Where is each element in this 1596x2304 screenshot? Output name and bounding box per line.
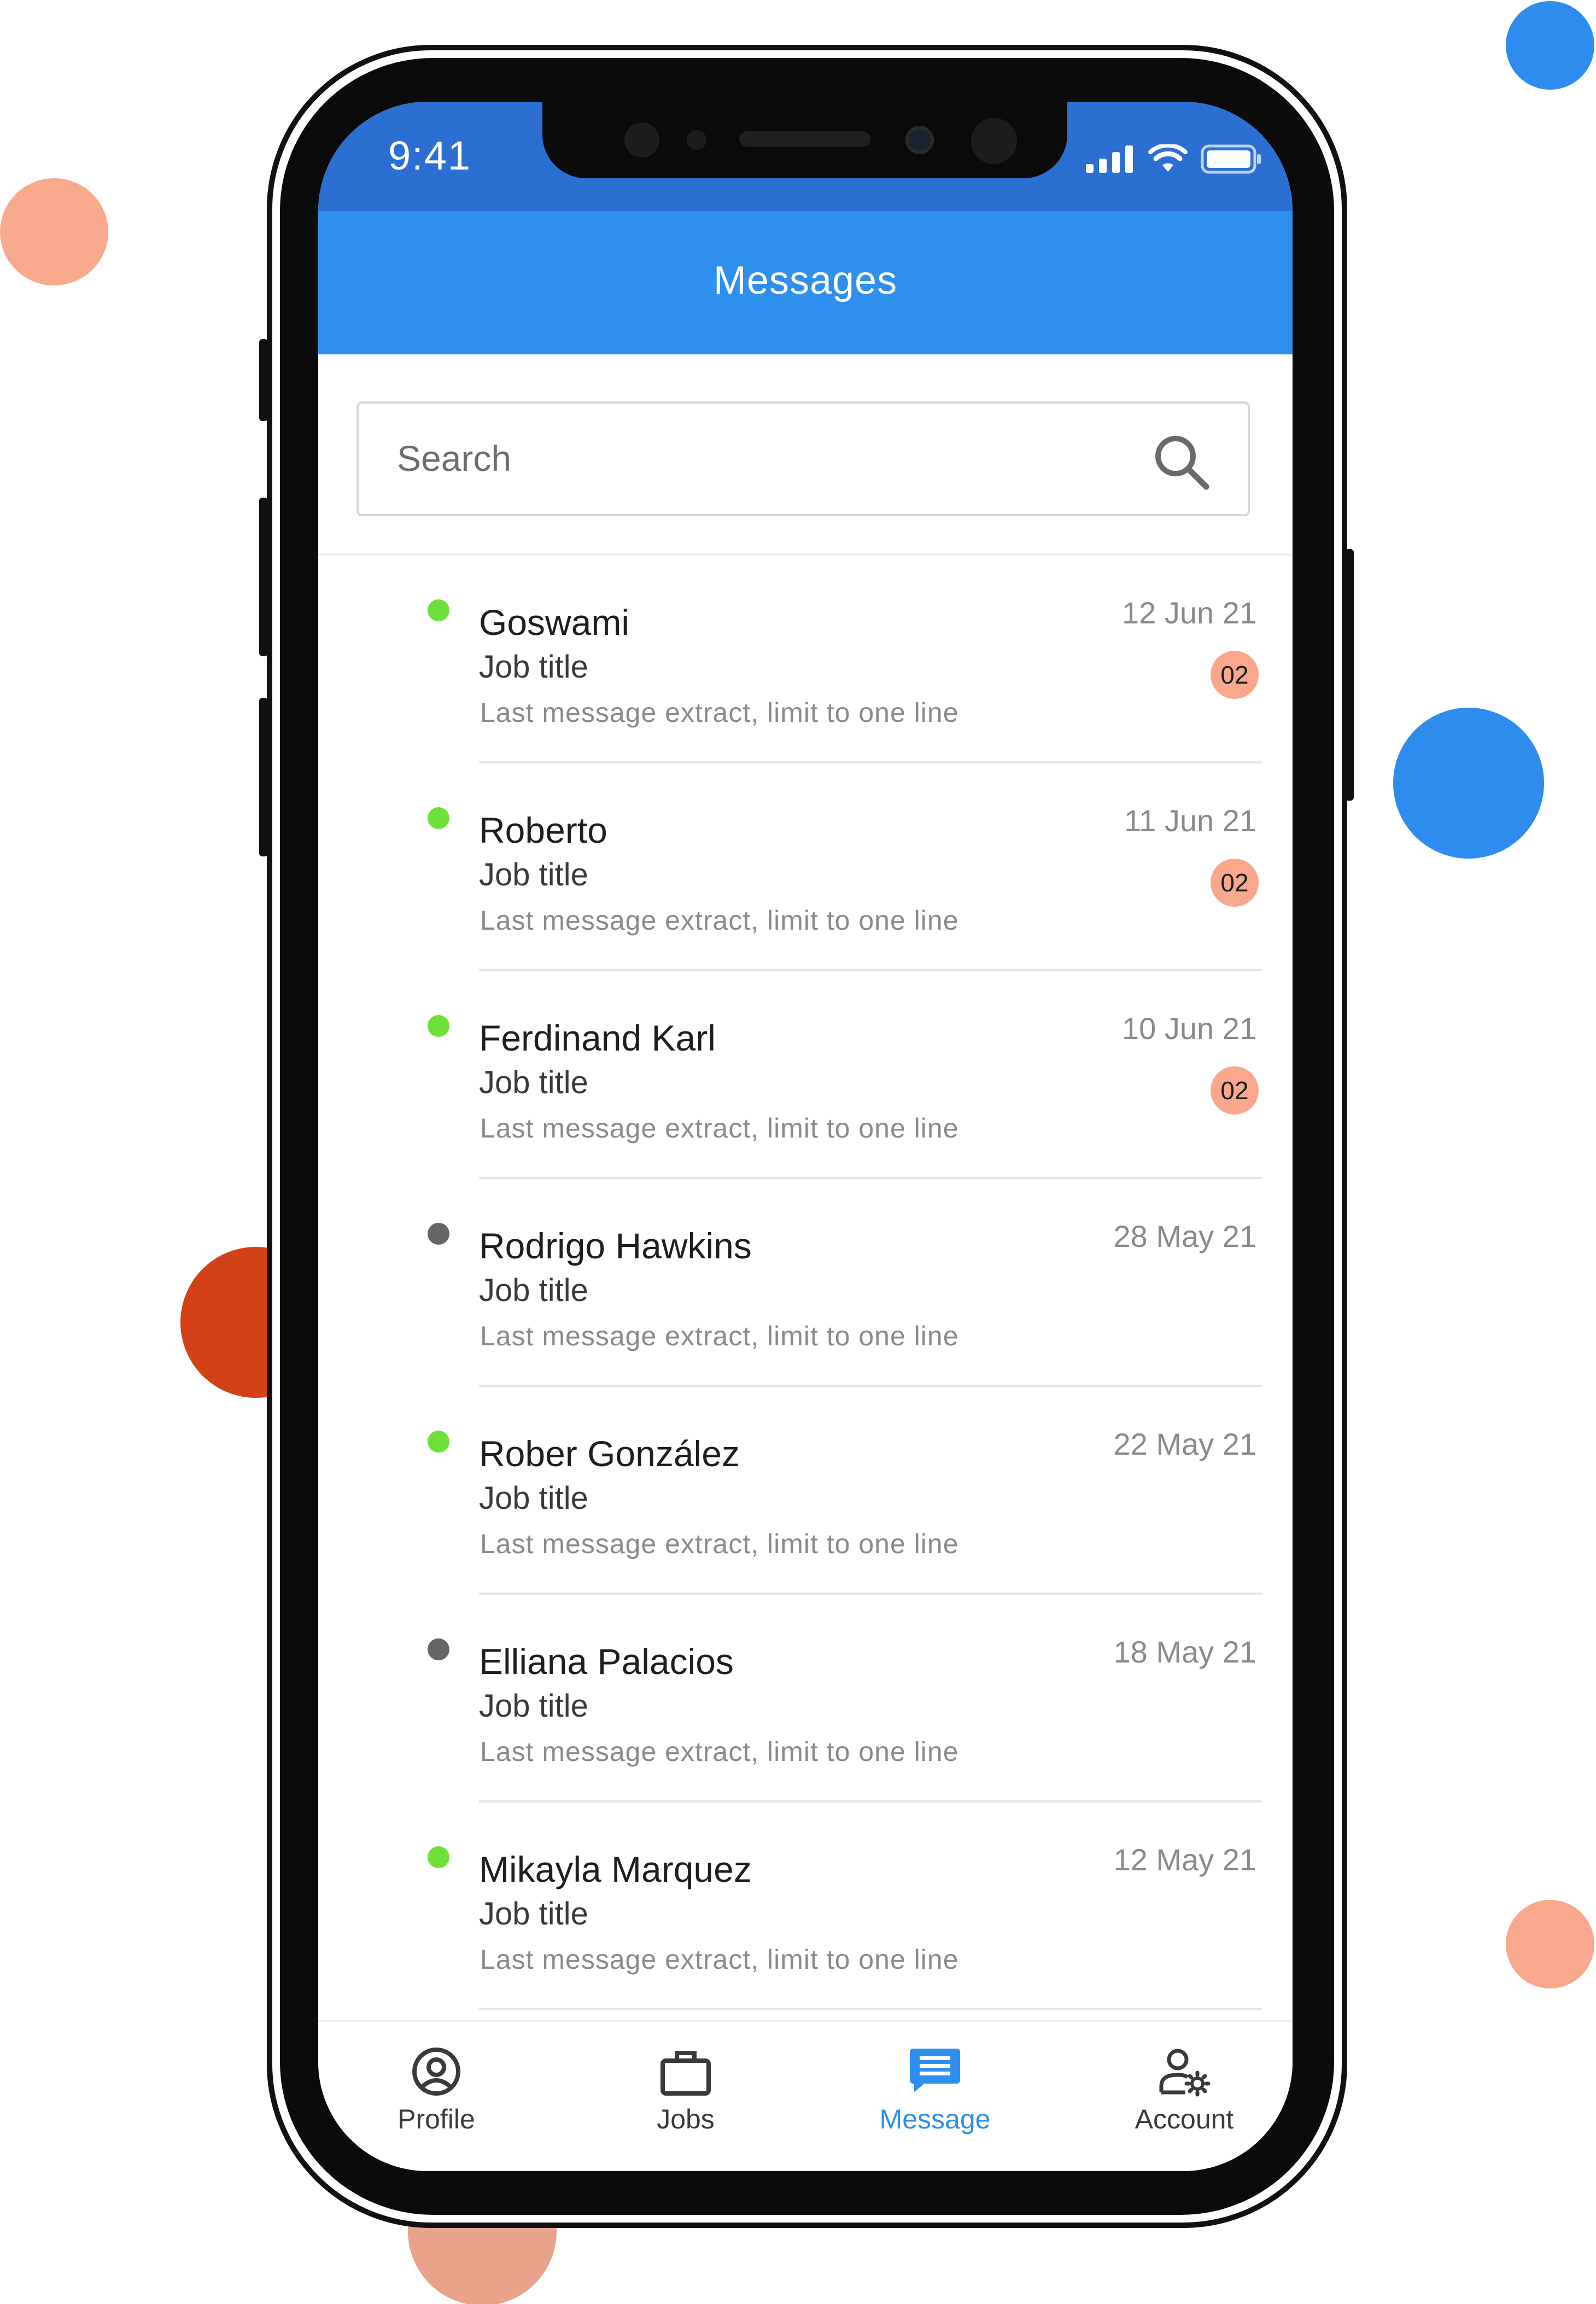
account-settings-icon xyxy=(1159,2049,1211,2097)
phone-screen: 9:41 Messages Search Goswami Job title L… xyxy=(318,102,1293,2171)
decorative-circle-peach-left xyxy=(0,178,108,285)
message-date: 10 Jun 21 xyxy=(1122,1011,1256,1046)
status-icons xyxy=(1086,140,1262,178)
search-icon[interactable] xyxy=(1151,432,1212,492)
contact-job-title: Job title xyxy=(479,1065,588,1100)
offline-status-dot xyxy=(428,1223,449,1245)
nav-label-message: Message xyxy=(879,2104,991,2134)
online-status-dot xyxy=(428,1846,449,1868)
battery-icon xyxy=(1201,144,1261,174)
speaker-grille xyxy=(739,131,870,147)
face-sensor-icon xyxy=(971,118,1017,164)
contact-job-title: Job title xyxy=(479,1688,588,1724)
message-item[interactable]: Rodrigo Hawkins Job title Last message e… xyxy=(318,1179,1293,1387)
profile-icon xyxy=(412,2048,460,2096)
briefcase-icon xyxy=(660,2051,711,2096)
app-header: Messages xyxy=(318,211,1293,354)
unread-count-badge: 02 xyxy=(1211,651,1259,699)
nav-item-profile[interactable]: Profile xyxy=(354,2044,518,2154)
nav-label-account: Account xyxy=(1135,2104,1234,2134)
front-camera-icon xyxy=(905,126,934,154)
contact-name: Elliana Palacios xyxy=(479,1641,734,1682)
nav-item-message[interactable]: Message xyxy=(853,2044,1017,2154)
unread-count-badge: 02 xyxy=(1211,1066,1259,1115)
bottom-navigation: Profile Jobs Message Account xyxy=(318,2020,1293,2171)
message-date: 18 May 21 xyxy=(1113,1635,1257,1669)
decorative-circle-blue-top xyxy=(1506,1,1594,90)
search-input[interactable]: Search xyxy=(356,401,1250,516)
contact-name: Rodrigo Hawkins xyxy=(479,1226,752,1266)
message-date: 12 May 21 xyxy=(1113,1842,1257,1877)
cellular-signal-icon xyxy=(1086,145,1133,173)
last-message-extract: Last message extract, limit to one line xyxy=(480,1321,959,1351)
message-item[interactable]: Mikayla Marquez Job title Last message e… xyxy=(318,1803,1293,2010)
offline-status-dot xyxy=(428,1638,449,1660)
contact-job-title: Job title xyxy=(479,1480,588,1516)
contact-job-title: Job title xyxy=(479,1896,588,1932)
message-item[interactable]: Rober González Job title Last message ex… xyxy=(318,1387,1293,1595)
decorative-circle-peach-right xyxy=(1506,1900,1594,1988)
status-time: 9:41 xyxy=(388,133,472,178)
contact-name: Roberto xyxy=(479,810,607,850)
contact-name: Rober González xyxy=(479,1433,740,1474)
message-icon xyxy=(910,2049,960,2092)
search-placeholder: Search xyxy=(397,438,512,479)
nav-label-jobs: Jobs xyxy=(657,2104,715,2134)
last-message-extract: Last message extract, limit to one line xyxy=(480,1113,959,1144)
online-status-dot xyxy=(428,807,449,829)
message-item[interactable]: Goswami Job title Last message extract, … xyxy=(318,556,1293,763)
message-date: 11 Jun 21 xyxy=(1124,803,1256,838)
sensor-icon xyxy=(624,123,659,158)
message-date: 22 May 21 xyxy=(1113,1427,1257,1461)
message-item[interactable]: Roberto Job title Last message extract, … xyxy=(318,763,1293,971)
wifi-icon xyxy=(1148,144,1188,172)
nav-label-profile: Profile xyxy=(397,2104,475,2134)
online-status-dot xyxy=(428,599,449,621)
online-status-dot xyxy=(428,1015,449,1037)
last-message-extract: Last message extract, limit to one line xyxy=(480,1944,959,1975)
message-item[interactable]: Elliana Palacios Job title Last message … xyxy=(318,1595,1293,1803)
status-bar: 9:41 xyxy=(318,102,1293,211)
contact-job-title: Job title xyxy=(479,1273,588,1308)
last-message-extract: Last message extract, limit to one line xyxy=(480,697,959,728)
unread-count-badge: 02 xyxy=(1211,859,1259,907)
message-date: 28 May 21 xyxy=(1113,1219,1257,1253)
last-message-extract: Last message extract, limit to one line xyxy=(480,1736,959,1767)
nav-item-account[interactable]: Account xyxy=(1102,2044,1266,2154)
contact-name: Goswami xyxy=(479,602,630,643)
sensor-dot-icon xyxy=(687,130,706,150)
contact-job-title: Job title xyxy=(479,649,588,685)
decorative-circle-blue-right xyxy=(1393,708,1544,859)
last-message-extract: Last message extract, limit to one line xyxy=(480,905,959,936)
contact-name: Ferdinand Karl xyxy=(479,1018,716,1058)
nav-item-jobs[interactable]: Jobs xyxy=(604,2044,768,2154)
divider xyxy=(479,2008,1262,2010)
contact-name: Mikayla Marquez xyxy=(479,1849,752,1889)
page-title: Messages xyxy=(713,259,898,302)
last-message-extract: Last message extract, limit to one line xyxy=(480,1529,959,1559)
message-date: 12 Jun 21 xyxy=(1122,596,1256,630)
message-item[interactable]: Ferdinand Karl Job title Last message ex… xyxy=(318,971,1293,1179)
online-status-dot xyxy=(428,1431,449,1453)
phone-notch xyxy=(542,102,1067,178)
contact-job-title: Job title xyxy=(479,857,588,893)
